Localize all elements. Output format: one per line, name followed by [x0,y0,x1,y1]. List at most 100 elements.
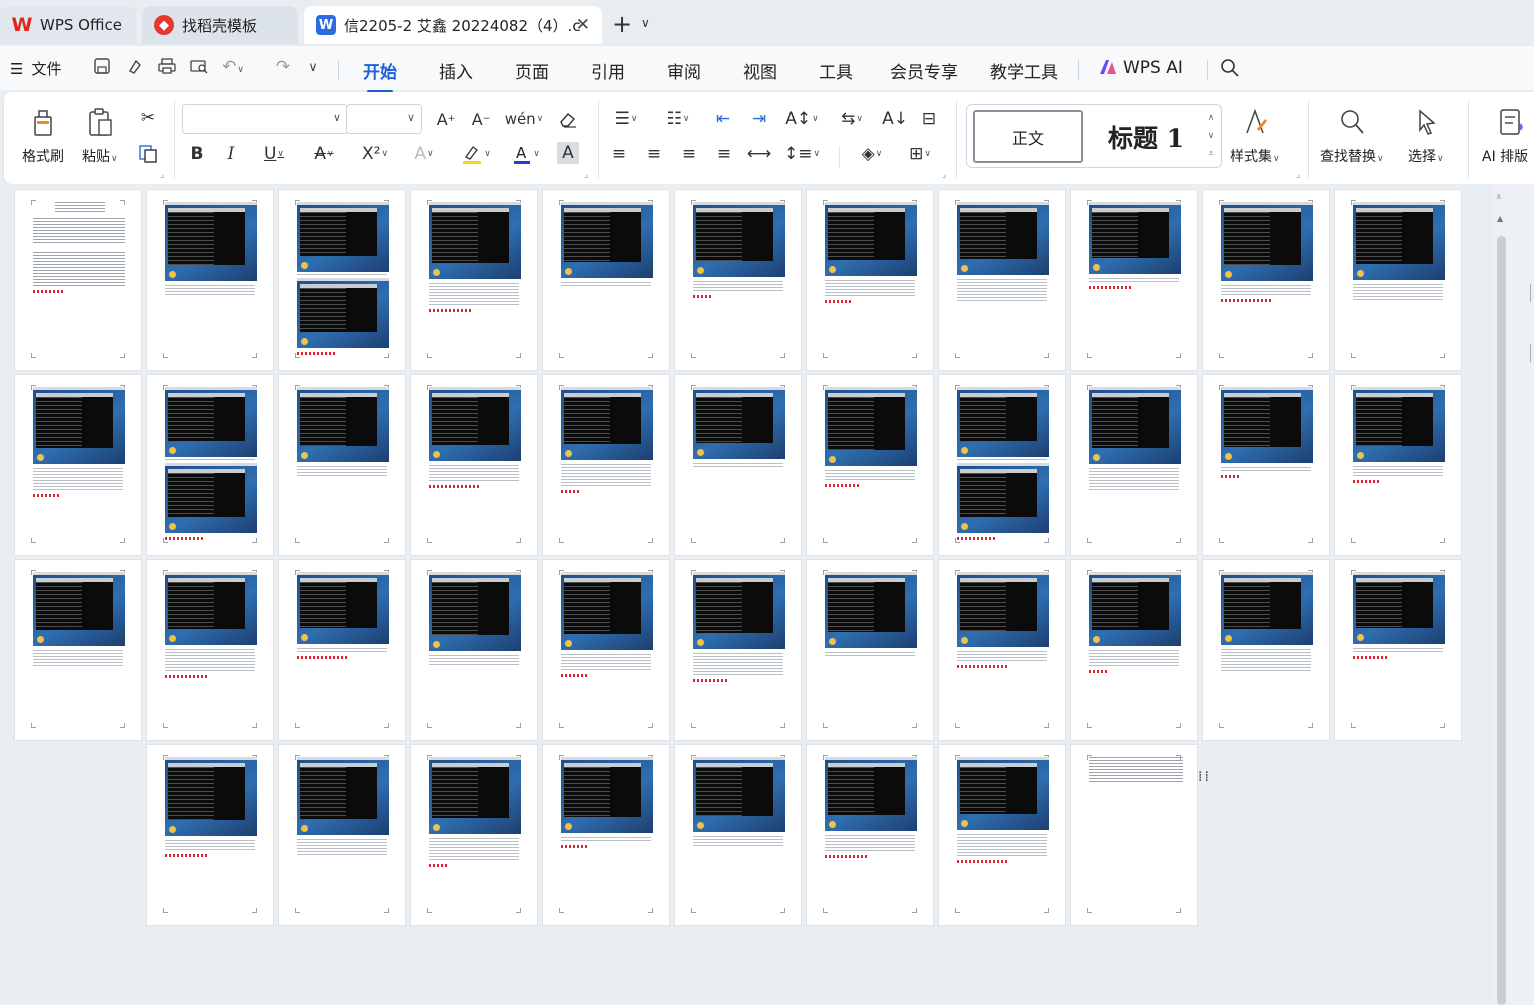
phonetic-guide-icon[interactable]: wén ∨ [504,107,544,131]
scroll-up-arrow-icon[interactable]: ▲ [1497,214,1503,223]
styles-launcher-icon[interactable]: ⌟ [1296,170,1300,180]
quick-access-more-chevron-icon[interactable]: ∨ [302,60,324,75]
page-thumbnail[interactable] [14,559,142,741]
align-center-icon[interactable]: ≡ [641,142,667,166]
character-shading-icon[interactable]: A [557,142,579,164]
page-thumbnail[interactable] [146,559,274,741]
page-thumbnail[interactable] [1070,189,1198,371]
chevron-up-icon[interactable]: ∧ [1205,109,1217,127]
justify-icon[interactable]: ≡ [711,142,737,166]
vertical-scrollbar[interactable]: ⩡ ▲ [1494,184,1534,1005]
superscript-icon[interactable]: X² ∨ [357,142,393,166]
page-thumbnail[interactable] [674,189,802,371]
sort-icon[interactable]: A↓ [882,107,908,131]
style-normal[interactable]: 正文 [973,110,1083,163]
tab-list-chevron-icon[interactable]: ∨ [641,16,650,30]
style-set-button[interactable]: 样式集∨ [1230,106,1280,166]
tab-document[interactable]: W 信2205-2 艾鑫 20224082（4）.c ✕ [304,6,602,44]
page-thumbnail[interactable] [1070,374,1198,556]
print-icon[interactable] [156,57,178,80]
page-thumbnail[interactable] [410,559,538,741]
export-pdf-icon[interactable] [124,57,146,80]
style-heading-1[interactable]: 标题 1 [1091,110,1201,163]
page-thumbnail[interactable] [410,189,538,371]
page-thumbnail[interactable] [278,559,406,741]
underline-icon[interactable]: U ∨ [256,142,292,166]
tab-home[interactable]: 开始 [363,58,397,93]
tab-insert[interactable]: 插入 [439,58,473,83]
ai-layout-button[interactable]: AI 排版 [1482,106,1528,166]
align-right-icon[interactable]: ≡ [676,142,702,166]
gallery-expand-icon[interactable]: ⩡ [1205,145,1217,163]
clipboard-launcher-icon[interactable]: ⌟ [160,170,164,180]
page-thumbnail[interactable] [806,374,934,556]
bullet-list-icon[interactable]: ☰ ∨ [608,107,644,131]
undo-icon[interactable]: ↶∨ [222,57,244,77]
scroll-to-top-icon[interactable]: ⩡ [1496,192,1502,203]
page-thumbnail[interactable] [1070,559,1198,741]
tab-member[interactable]: 会员专享 [890,58,958,83]
select-button[interactable]: 选择∨ [1408,106,1444,166]
page-thumbnail[interactable] [806,744,934,926]
page-thumbnail[interactable] [1334,189,1462,371]
scrollbar-thumb[interactable] [1497,236,1506,1005]
page-thumbnail[interactable] [410,744,538,926]
page-thumbnail[interactable] [146,189,274,371]
tab-tools[interactable]: 工具 [819,58,853,83]
chinese-layout-icon[interactable]: A͏↕ ∨ [782,107,822,131]
page-thumbnail[interactable] [674,559,802,741]
cut-icon[interactable]: ✂ [135,106,161,130]
italic-icon[interactable]: I [218,142,244,166]
new-tab-icon[interactable]: + [612,12,632,36]
borders-icon[interactable]: ⊞ ∨ [902,142,938,166]
page-thumbnail[interactable] [1334,374,1462,556]
grow-font-icon[interactable]: A + [433,107,459,131]
text-effect-icon[interactable]: A ∨ [406,142,442,166]
page-thumbnail[interactable] [542,559,670,741]
style-gallery-scroll[interactable]: ∧ ∨ ⩡ [1205,109,1217,163]
format-painter-button[interactable]: 格式刷 [22,106,64,166]
find-replace-button[interactable]: 查找替换∨ [1320,106,1384,166]
page-thumbnail[interactable] [1202,374,1330,556]
page-thumbnail[interactable] [14,189,142,371]
numbered-list-icon[interactable]: ☷ ∨ [660,107,696,131]
redo-icon[interactable]: ↷ [272,57,294,77]
font-name-select[interactable]: ∨ [182,104,348,134]
tab-teaching-tools[interactable]: 教学工具 [990,58,1058,83]
page-thumbnail[interactable] [1202,189,1330,371]
page-thumbnail[interactable] [542,374,670,556]
search-icon[interactable] [1219,58,1241,83]
bold-icon[interactable]: B [184,142,210,166]
page-thumbnail[interactable] [278,374,406,556]
tab-wps-ai[interactable]: WPS AI [1099,58,1183,78]
highlight-color-icon[interactable]: ∨ [456,142,496,166]
page-thumbnail[interactable] [938,559,1066,741]
copy-icon[interactable] [135,142,161,166]
tab-view[interactable]: 视图 [743,58,777,83]
paragraph-shading-icon[interactable]: ◈ ∨ [852,142,892,166]
page-thumbnail[interactable] [1070,744,1198,926]
page-thumbnail[interactable] [938,374,1066,556]
page-thumbnail[interactable] [146,374,274,556]
page-thumbnail[interactable] [806,189,934,371]
shrink-font-icon[interactable]: A − [468,107,494,131]
paragraph-launcher-icon[interactable]: ⌟ [942,170,946,180]
page-thumbnail[interactable] [542,189,670,371]
text-direction-icon[interactable]: ⇆ ∨ [834,107,870,131]
close-tab-icon[interactable]: ✕ [576,15,590,35]
increase-indent-icon[interactable]: ⇥ [746,107,772,131]
tab-wps-office[interactable]: W WPS Office [0,6,136,44]
page-thumbnail[interactable] [674,744,802,926]
font-size-select[interactable]: ∨ [346,104,422,134]
chevron-down-icon[interactable]: ∨ [1205,127,1217,145]
page-thumbnail[interactable] [674,374,802,556]
page-thumbnail[interactable] [938,189,1066,371]
page-thumbnail[interactable] [1334,559,1462,741]
paste-button[interactable]: 粘贴∨ [82,106,118,166]
print-preview-icon[interactable] [188,57,210,80]
page-thumbnail[interactable] [806,559,934,741]
page-thumbnail[interactable] [146,744,274,926]
show-hide-marks-icon[interactable]: ⊟ [916,107,942,131]
page-thumbnail[interactable] [278,189,406,371]
page-thumbnail[interactable] [278,744,406,926]
